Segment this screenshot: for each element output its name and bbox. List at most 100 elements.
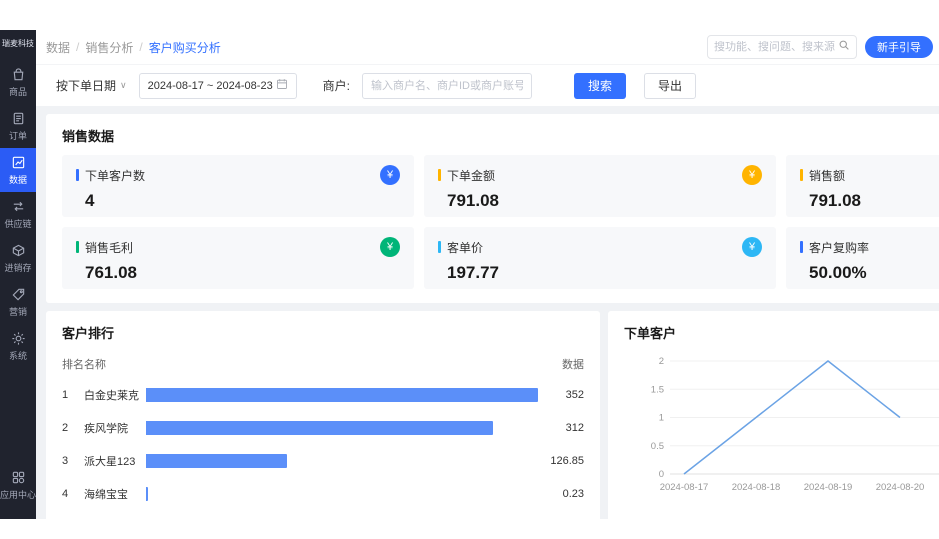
search-button[interactable]: 搜索 <box>574 73 626 99</box>
export-button[interactable]: 导出 <box>644 73 696 99</box>
sidebar: 瑞麦科技 商品订单数据供应链进销存营销系统 应用中心 <box>0 30 36 519</box>
ranking-row: 1白金史莱克352 <box>62 378 584 411</box>
sidebar-item-inventory[interactable]: 进销存 <box>0 236 36 280</box>
metrics-grid: 下单客户数¥4下单金额¥791.08销售额¥791.08销售毛利¥761.08客… <box>62 155 939 289</box>
ranking-row: 3派大星123126.85 <box>62 444 584 477</box>
metric-card: 下单客户数¥4 <box>62 155 414 217</box>
sidebar-item-label: 数据 <box>9 173 27 186</box>
merchant-search-input[interactable] <box>362 73 532 99</box>
metric-card: 客户复购率%50.00% <box>786 227 939 289</box>
data-icon <box>11 155 26 170</box>
rank-number: 4 <box>62 488 84 500</box>
svg-text:2024-08-19: 2024-08-19 <box>804 482 853 493</box>
customer-ranking-panel: 客户排行 排名 名称 数据 1白金史莱克3522疾风学院3123派大星12312… <box>46 311 600 519</box>
date-type-select[interactable]: 按下单日期 ∨ <box>56 77 127 94</box>
ranking-bar <box>146 454 287 468</box>
svg-text:2024-08-20: 2024-08-20 <box>876 482 925 493</box>
sidebar-item-label: 营销 <box>9 305 27 318</box>
metric-accent-bar <box>438 169 441 181</box>
sidebar-item-label: 订单 <box>9 129 27 142</box>
metric-accent-bar <box>76 169 79 181</box>
column-value: 数据 <box>538 356 584 372</box>
svg-text:0.5: 0.5 <box>651 441 664 452</box>
customer-name: 疾风学院 <box>84 420 146 436</box>
avg-order-value-icon: ¥ <box>742 237 762 257</box>
column-name: 名称 <box>84 356 146 372</box>
svg-text:1.5: 1.5 <box>651 384 664 395</box>
global-search-input[interactable] <box>714 41 838 53</box>
rank-value: 312 <box>538 422 584 434</box>
rank-number: 1 <box>62 389 84 401</box>
sidebar-item-label: 商品 <box>9 85 27 98</box>
sales-panel-title: 销售数据 <box>62 126 939 145</box>
ranking-row: 2疾风学院 312 <box>62 411 584 444</box>
sidebar-item-orders[interactable]: 订单 <box>0 104 36 148</box>
metric-label: 销售额 <box>809 167 845 184</box>
svg-text:0: 0 <box>659 469 664 480</box>
marketing-icon <box>11 287 26 302</box>
filter-bar: 按下单日期 ∨ 2024-08-17 ~ 2024-08-23 商户: 搜索 导… <box>36 64 939 106</box>
global-search-box[interactable] <box>707 35 857 59</box>
calendar-icon <box>276 78 288 93</box>
metric-label: 客单价 <box>447 239 483 256</box>
metric-card: 销售额¥791.08 <box>786 155 939 217</box>
topbar: 数据 / 销售分析 / 客户购买分析 新手引导 <box>36 30 939 64</box>
metric-card: 销售毛利 ¥761.08 <box>62 227 414 289</box>
metric-label: 销售毛利 <box>85 239 133 256</box>
ranking-rows: 1白金史莱克3522疾风学院3123派大星123126.854海绵宝宝0.23 <box>62 378 584 510</box>
ranking-panel-title: 客户排行 <box>62 323 584 342</box>
breadcrumb-separator: / <box>139 40 142 54</box>
order-customers-panel: 下单客户 00.511.522024-08-172024-08-182024-0… <box>608 311 939 519</box>
rank-value: 126.85 <box>538 455 584 467</box>
sidebar-item-app-center[interactable]: 应用中心 <box>0 463 36 507</box>
content-area: 销售数据 下单客户数¥4下单金额¥791.08销售额¥791.08销售毛利¥76… <box>36 106 939 519</box>
beginner-guide-button[interactable]: 新手引导 <box>865 36 933 58</box>
gross-profit-icon: ¥ <box>380 237 400 257</box>
order-amount-icon: ¥ <box>742 165 762 185</box>
breadcrumb-separator: / <box>76 40 79 54</box>
sidebar-item-supply-chain[interactable]: 供应链 <box>0 192 36 236</box>
chevron-down-icon: ∨ <box>120 80 127 91</box>
sidebar-item-data[interactable]: 数据 <box>0 148 36 192</box>
metric-value: 197.77 <box>438 263 762 283</box>
metric-value: 791.08 <box>800 191 939 211</box>
order-customers-icon: ¥ <box>380 165 400 185</box>
metric-value: 791.08 <box>438 191 762 211</box>
metric-value: 761.08 <box>76 263 400 283</box>
customer-name: 白金史莱克 <box>84 387 146 403</box>
ranking-bar <box>146 421 493 435</box>
customer-name: 海绵宝宝 <box>84 486 146 502</box>
svg-text:1: 1 <box>659 413 664 424</box>
customer-name: 派大星123 <box>84 453 146 469</box>
sidebar-item-system[interactable]: 系统 <box>0 324 36 368</box>
merchant-label: 商户: <box>323 77 350 94</box>
date-range-input[interactable]: 2024-08-17 ~ 2024-08-23 <box>139 73 297 99</box>
search-icon[interactable] <box>838 38 850 56</box>
breadcrumb: 数据 / 销售分析 / 客户购买分析 <box>46 39 221 56</box>
metric-accent-bar <box>800 241 803 253</box>
breadcrumb-item-data[interactable]: 数据 <box>46 39 70 56</box>
goods-icon <box>11 67 26 82</box>
rank-number: 2 <box>62 422 84 434</box>
ranking-bar <box>146 388 538 402</box>
sidebar-item-marketing[interactable]: 营销 <box>0 280 36 324</box>
app-logo: 瑞麦科技 <box>0 30 36 56</box>
ranking-bar <box>146 487 148 501</box>
sidebar-items: 商品订单数据供应链进销存营销系统 <box>0 60 36 368</box>
main-area: 数据 / 销售分析 / 客户购买分析 新手引导 按下单日期 ∨ <box>36 30 939 519</box>
metric-accent-bar <box>800 169 803 181</box>
ranking-row: 4海绵宝宝 0.23 <box>62 477 584 510</box>
column-rank: 排名 <box>62 356 84 372</box>
breadcrumb-item-sales-analysis[interactable]: 销售分析 <box>85 39 133 56</box>
svg-text:2024-08-17: 2024-08-17 <box>660 482 709 493</box>
line-chart-svg: 00.511.522024-08-172024-08-182024-08-192… <box>624 346 939 506</box>
metric-value: 50.00% <box>800 263 939 283</box>
sales-data-panel: 销售数据 下单客户数¥4下单金额¥791.08销售额¥791.08销售毛利¥76… <box>46 114 939 303</box>
metric-value: 4 <box>76 191 400 211</box>
rank-value: 0.23 <box>538 488 584 500</box>
sidebar-item-label: 应用中心 <box>0 488 36 501</box>
metric-label: 下单金额 <box>447 167 495 184</box>
sidebar-item-goods[interactable]: 商品 <box>0 60 36 104</box>
breadcrumb-current: 客户购买分析 <box>149 39 221 56</box>
apps-icon <box>11 470 26 485</box>
